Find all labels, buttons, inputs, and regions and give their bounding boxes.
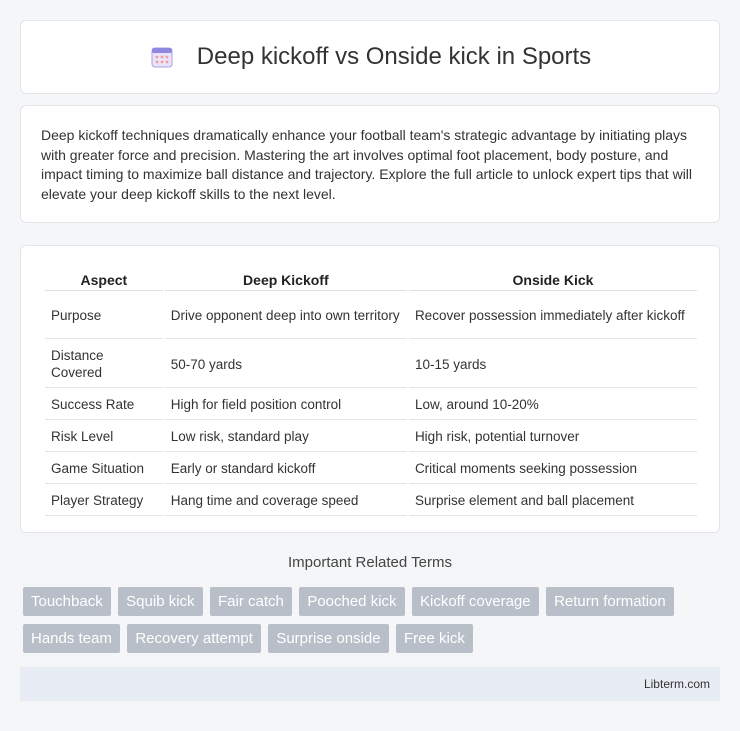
tag-hands-team[interactable]: Hands team <box>23 624 120 653</box>
footer: Libterm.com <box>20 667 720 701</box>
row-onside-kick: Surprise element and ball placement <box>408 486 697 516</box>
row-deep-kickoff: High for field position control <box>164 390 407 420</box>
related-terms-list: Touchback Squib kick Fair catch Pooched … <box>23 587 723 661</box>
row-deep-kickoff: Hang time and coverage speed <box>164 486 407 516</box>
footer-site-link[interactable]: Libterm.com <box>644 677 710 691</box>
row-onside-kick: 10-15 yards <box>408 341 697 388</box>
row-aspect: Game Situation <box>45 454 163 484</box>
header-onside-kick: Onside Kick <box>408 268 697 291</box>
title-card: Deep kickoff vs Onside kick in Sports <box>20 20 720 94</box>
row-onside-kick: High risk, potential turnover <box>408 422 697 452</box>
tag-touchback[interactable]: Touchback <box>23 587 111 616</box>
row-aspect: Success Rate <box>45 390 163 420</box>
row-deep-kickoff: 50-70 yards <box>164 341 407 388</box>
row-onside-kick: Recover possession immediately after kic… <box>408 293 697 339</box>
row-deep-kickoff: Drive opponent deep into own territory <box>164 293 407 339</box>
tag-surprise-onside[interactable]: Surprise onside <box>268 624 389 653</box>
page-title: Deep kickoff vs Onside kick in Sports <box>196 43 592 70</box>
row-aspect: Purpose <box>45 293 163 339</box>
table-header-row: Aspect Deep Kickoff Onside Kick <box>45 268 697 291</box>
table-row: Success Rate High for field position con… <box>45 390 697 420</box>
row-onside-kick: Critical moments seeking possession <box>408 454 697 484</box>
table-row: Purpose Drive opponent deep into own ter… <box>45 293 697 339</box>
row-aspect: Risk Level <box>45 422 163 452</box>
calendar-icon <box>151 47 173 68</box>
table-row: Risk Level Low risk, standard play High … <box>45 422 697 452</box>
row-onside-kick: Low, around 10-20% <box>408 390 697 420</box>
comparison-table: Aspect Deep Kickoff Onside Kick Purpose … <box>43 266 699 518</box>
tag-return-formation[interactable]: Return formation <box>546 587 674 616</box>
table-row: Distance Covered 50-70 yards 10-15 yards <box>45 341 697 388</box>
tag-pooched-kick[interactable]: Pooched kick <box>299 587 405 616</box>
related-terms-title: Important Related Terms <box>288 554 452 571</box>
tag-free-kick[interactable]: Free kick <box>396 624 473 653</box>
intro-card: Deep kickoff techniques dramatically enh… <box>20 105 720 223</box>
tag-fair-catch[interactable]: Fair catch <box>210 587 292 616</box>
intro-text: Deep kickoff techniques dramatically enh… <box>41 127 693 202</box>
header-aspect: Aspect <box>45 268 163 291</box>
tag-squib-kick[interactable]: Squib kick <box>118 587 203 616</box>
tag-kickoff-coverage[interactable]: Kickoff coverage <box>411 587 539 616</box>
row-deep-kickoff: Early or standard kickoff <box>164 454 407 484</box>
table-row: Game Situation Early or standard kickoff… <box>45 454 697 484</box>
row-deep-kickoff: Low risk, standard play <box>164 422 407 452</box>
row-aspect: Distance Covered <box>45 341 163 388</box>
table-row: Player Strategy Hang time and coverage s… <box>45 486 697 516</box>
row-aspect: Player Strategy <box>45 486 163 516</box>
header-deep-kickoff: Deep Kickoff <box>164 268 407 291</box>
tag-recovery-attempt[interactable]: Recovery attempt <box>127 624 261 653</box>
comparison-table-card: Aspect Deep Kickoff Onside Kick Purpose … <box>20 245 720 533</box>
